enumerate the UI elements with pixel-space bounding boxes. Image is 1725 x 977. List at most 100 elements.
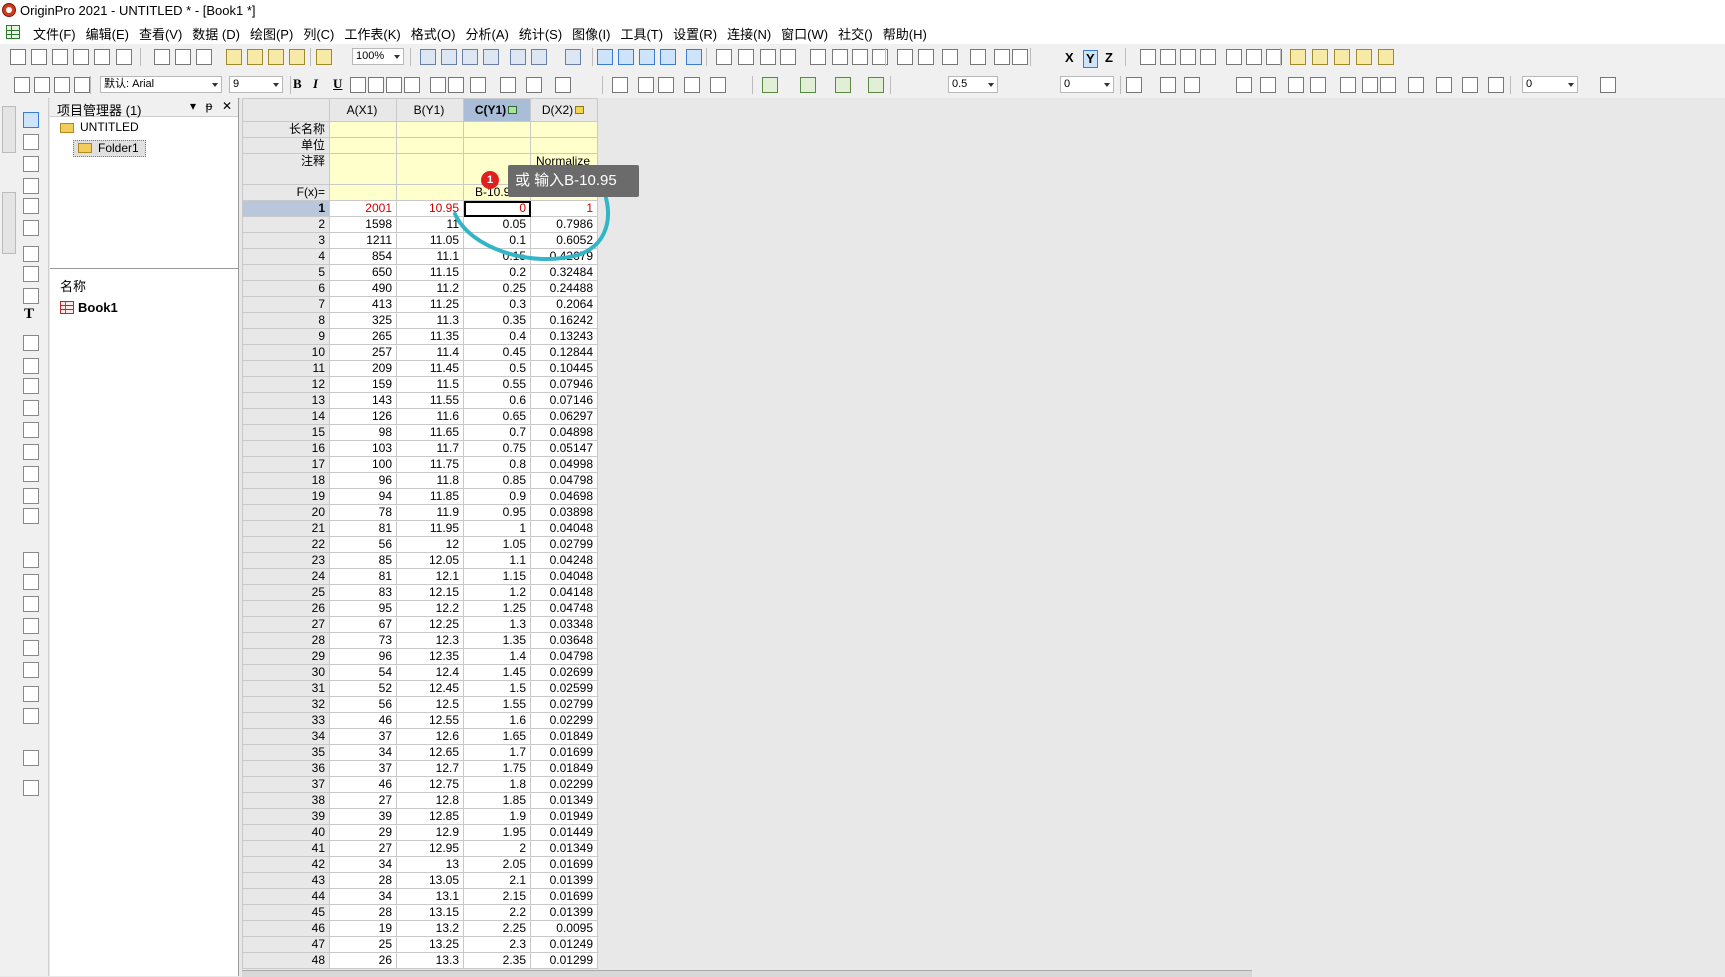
file-tool-icon[interactable] [196, 49, 212, 65]
font-combo[interactable]: 默认: Arial [100, 76, 222, 93]
row-number[interactable]: 29 [242, 648, 330, 665]
table-cell[interactable]: 209 [329, 360, 397, 377]
row-number[interactable]: 12 [242, 376, 330, 393]
analysis-tool-icon[interactable] [738, 49, 754, 65]
color-tool-icon[interactable] [835, 77, 851, 93]
row-number[interactable]: 13 [242, 392, 330, 409]
table-cell[interactable]: 325 [329, 312, 397, 329]
row-number[interactable]: 38 [242, 792, 330, 809]
table-cell[interactable]: 1 [530, 200, 598, 217]
object-tool-icon[interactable] [1408, 77, 1424, 93]
table-cell[interactable]: 0.25 [463, 280, 531, 297]
analysis-tool-icon[interactable] [918, 49, 934, 65]
text-format-icon[interactable] [555, 77, 571, 93]
navigate-tool-icon[interactable] [1246, 49, 1262, 65]
drawing-tool-icon[interactable] [23, 178, 39, 194]
menu-item[interactable]: 连接(N) [727, 24, 771, 43]
row-number[interactable]: 37 [242, 776, 330, 793]
table-cell[interactable]: 13.3 [396, 952, 464, 969]
column-header-a[interactable]: A(X1) [329, 98, 397, 122]
table-cell[interactable]: 0.16242 [530, 312, 598, 329]
edit-tool-icon[interactable] [74, 77, 90, 93]
table-cell[interactable]: 0.02699 [530, 664, 598, 681]
table-cell[interactable]: 0.12844 [530, 344, 598, 361]
table-cell[interactable]: 1.3 [463, 616, 531, 633]
drawing-tool-icon[interactable] [23, 198, 39, 214]
row-number[interactable]: 6 [242, 280, 330, 297]
table-cell[interactable]: 1.55 [463, 696, 531, 713]
table-cell[interactable]: 12.65 [396, 744, 464, 761]
menu-item[interactable]: 数据 (D) [192, 24, 240, 43]
table-cell[interactable]: 46 [329, 776, 397, 793]
table-cell[interactable]: 0.04048 [530, 520, 598, 537]
table-cell[interactable]: 73 [329, 632, 397, 649]
table-cell[interactable]: 854 [329, 248, 397, 265]
row-number[interactable]: 10 [242, 344, 330, 361]
table-cell[interactable]: 2001 [329, 200, 397, 217]
menu-item[interactable]: 统计(S) [519, 24, 562, 43]
formula-cell[interactable] [329, 184, 397, 201]
table-cell[interactable]: 0.01699 [530, 856, 598, 873]
row-number[interactable]: 22 [242, 536, 330, 553]
table-cell[interactable]: 0.05 [463, 216, 531, 233]
drawing-tool-icon[interactable] [23, 335, 39, 351]
meta-cell[interactable] [329, 121, 397, 138]
table-cell[interactable]: 0.45 [463, 344, 531, 361]
object-tool-icon[interactable] [1310, 77, 1326, 93]
table-cell[interactable]: 11.75 [396, 456, 464, 473]
table-cell[interactable]: 11.6 [396, 408, 464, 425]
table-cell[interactable]: 10.95 [396, 200, 464, 217]
table-cell[interactable]: 29 [329, 824, 397, 841]
table-cell[interactable]: 11.35 [396, 328, 464, 345]
meta-label-units[interactable]: 单位 [242, 137, 330, 154]
drawing-tool-icon[interactable] [23, 488, 39, 504]
table-cell[interactable]: 0.01399 [530, 904, 598, 921]
text-format-icon[interactable] [350, 77, 366, 93]
table-cell[interactable]: 11 [396, 216, 464, 233]
table-cell[interactable]: 0.04798 [530, 648, 598, 665]
table-cell[interactable]: 12.8 [396, 792, 464, 809]
row-number[interactable]: 32 [242, 696, 330, 713]
table-cell[interactable]: 0.04998 [530, 456, 598, 473]
table-cell[interactable]: 0.85 [463, 472, 531, 489]
drawing-tool-icon[interactable] [23, 358, 39, 374]
table-cell[interactable]: 0.01349 [530, 792, 598, 809]
row-number[interactable]: 23 [242, 552, 330, 569]
file-tool-icon[interactable] [94, 49, 110, 65]
table-cell[interactable]: 1.5 [463, 680, 531, 697]
object-tool-icon[interactable] [1288, 77, 1304, 93]
table-cell[interactable]: 0.01699 [530, 744, 598, 761]
row-number[interactable]: 2 [242, 216, 330, 233]
zoom-combo[interactable]: 100% [352, 48, 404, 65]
row-number[interactable]: 7 [242, 296, 330, 313]
table-cell[interactable]: 11.45 [396, 360, 464, 377]
drawing-tool-icon[interactable] [23, 378, 39, 394]
drawing-tool-icon[interactable] [23, 400, 39, 416]
drawing-tool-icon[interactable] [23, 750, 39, 766]
table-cell[interactable]: 98 [329, 424, 397, 441]
row-number[interactable]: 26 [242, 600, 330, 617]
table-cell[interactable]: 0.02799 [530, 536, 598, 553]
table-cell[interactable]: 1.75 [463, 760, 531, 777]
table-cell[interactable]: 0.04698 [530, 488, 598, 505]
row-number[interactable]: 16 [242, 440, 330, 457]
drawing-tool-icon[interactable] [23, 686, 39, 702]
table-cell[interactable]: 11.5 [396, 376, 464, 393]
line-width-combo[interactable]: 0.5 [948, 76, 998, 93]
table-cell[interactable]: 0.04798 [530, 472, 598, 489]
menu-item[interactable]: 社交() [838, 24, 873, 43]
table-cell[interactable]: 13.1 [396, 888, 464, 905]
table-cell[interactable]: 2.25 [463, 920, 531, 937]
layer-tool-icon[interactable] [710, 77, 726, 93]
file-tool-icon[interactable] [31, 49, 47, 65]
row-number[interactable]: 18 [242, 472, 330, 489]
table-cell[interactable]: 143 [329, 392, 397, 409]
table-cell[interactable]: 11.95 [396, 520, 464, 537]
app-tool-icon[interactable] [1312, 49, 1328, 65]
table-cell[interactable]: 81 [329, 520, 397, 537]
table-cell[interactable]: 2.35 [463, 952, 531, 969]
table-cell[interactable]: 0.6052 [530, 232, 598, 249]
drawing-tool-icon[interactable] [23, 508, 39, 524]
table-cell[interactable]: 0.95 [463, 504, 531, 521]
drawing-tool-icon[interactable] [23, 466, 39, 482]
